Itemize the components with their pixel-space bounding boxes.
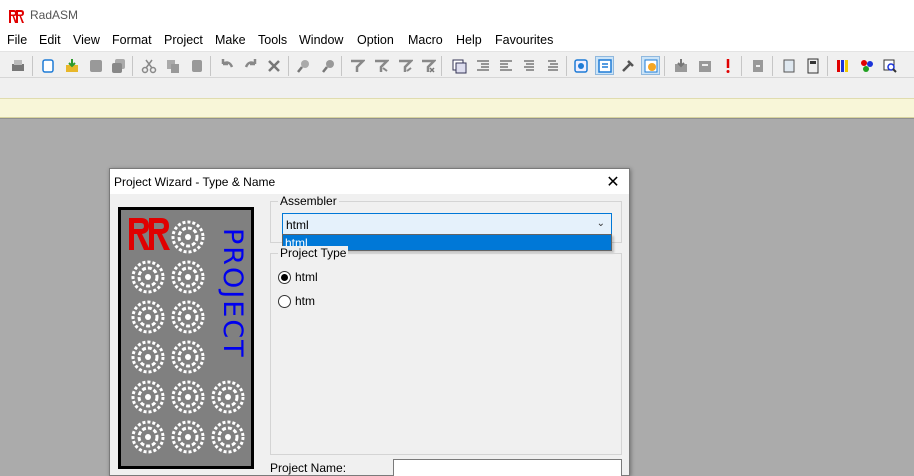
- swirl-icon: [171, 220, 205, 254]
- toolbar-separator: [132, 56, 133, 76]
- swirl-icon: [211, 380, 245, 414]
- find-icon[interactable]: [294, 56, 313, 75]
- swirl-icon: [171, 260, 205, 294]
- swirl-icon: [131, 300, 165, 334]
- toolbar-separator: [772, 56, 773, 76]
- assembler-label: Assembler: [278, 194, 339, 208]
- cut-icon[interactable]: [139, 56, 158, 75]
- project-name-input[interactable]: [393, 459, 622, 476]
- radasm-logo-icon: [9, 10, 24, 23]
- error-icon[interactable]: [718, 56, 737, 75]
- menu-format[interactable]: Format: [112, 33, 152, 47]
- menu-help[interactable]: Help: [456, 33, 482, 47]
- menu-make[interactable]: Make: [215, 33, 246, 47]
- swirl-icon: [171, 300, 205, 334]
- toolbar-separator: [288, 56, 289, 76]
- assemble-icon[interactable]: [671, 56, 690, 75]
- toolbar-separator: [210, 56, 211, 76]
- project-type-label: Project Type: [278, 246, 349, 260]
- goto-icon[interactable]: [748, 56, 767, 75]
- delete-icon[interactable]: [264, 56, 283, 75]
- build-icon[interactable]: [618, 56, 637, 75]
- toolbar-separator: [566, 56, 567, 76]
- next-bookmark-icon[interactable]: [371, 56, 390, 75]
- link-icon[interactable]: [695, 56, 714, 75]
- new-file-icon[interactable]: [38, 56, 57, 75]
- dialog-titlebar: Project Wizard - Type & Name ✕: [110, 169, 629, 194]
- project-type-option-html[interactable]: html: [278, 270, 318, 284]
- search-files-icon[interactable]: [880, 56, 899, 75]
- project-type-groupbox: Project Type: [270, 246, 622, 455]
- outdent-icon[interactable]: [496, 56, 515, 75]
- app-title: RadASM: [30, 8, 79, 22]
- run-icon[interactable]: [641, 56, 660, 75]
- menu-option[interactable]: Option: [357, 33, 394, 47]
- info-strip: [0, 98, 914, 118]
- swirl-icon: [211, 420, 245, 454]
- undo-icon[interactable]: [217, 56, 236, 75]
- palette-icon[interactable]: [857, 56, 876, 75]
- clear-bookmarks-icon[interactable]: [418, 56, 437, 75]
- radio-button[interactable]: [278, 294, 291, 308]
- save-all-icon[interactable]: [109, 56, 128, 75]
- menu-window[interactable]: Window: [299, 33, 343, 47]
- project-name-label: Project Name:: [270, 461, 347, 475]
- color-bars-icon[interactable]: [833, 56, 852, 75]
- menu-favourites[interactable]: Favourites: [495, 33, 553, 47]
- menu-project[interactable]: Project: [164, 33, 203, 47]
- swirl-icon: [131, 340, 165, 374]
- swirl-icon: [131, 260, 165, 294]
- radio-label: html: [295, 270, 318, 284]
- swirl-icon: [131, 380, 165, 414]
- project-type-option-htm[interactable]: htm: [278, 294, 315, 308]
- notepad-icon[interactable]: [779, 56, 798, 75]
- comment-icon[interactable]: [519, 56, 538, 75]
- calculator-icon[interactable]: [803, 56, 822, 75]
- menubar: File Edit View Format Project Make Tools…: [0, 31, 914, 51]
- menu-edit[interactable]: Edit: [39, 33, 61, 47]
- app-titlebar: RadASM: [0, 0, 914, 31]
- main-toolbar: [0, 51, 914, 78]
- toolbar-separator: [32, 56, 33, 76]
- wizard-picture-canvas: PROJECT: [121, 210, 251, 466]
- swirl-icon: [171, 420, 205, 454]
- project-wizard-dialog: Project Wizard - Type & Name ✕ PROJECT A…: [109, 168, 630, 476]
- print-icon[interactable]: [8, 56, 27, 75]
- uncomment-icon[interactable]: [543, 56, 562, 75]
- previous-bookmark-icon[interactable]: [395, 56, 414, 75]
- swirl-icon: [171, 380, 205, 414]
- menu-view[interactable]: View: [73, 33, 100, 47]
- radasm-logo-large-icon: [129, 218, 170, 250]
- menu-macro[interactable]: Macro: [408, 33, 443, 47]
- toolbar-separator: [741, 56, 742, 76]
- toolbar-separator: [827, 56, 828, 76]
- toolbar-separator: [441, 56, 442, 76]
- menu-tools[interactable]: Tools: [258, 33, 287, 47]
- wizard-picture: PROJECT: [118, 207, 254, 469]
- chevron-down-icon[interactable]: ⌄: [597, 218, 605, 229]
- dialog-title: Project Wizard - Type & Name: [114, 175, 276, 189]
- save-icon[interactable]: [86, 56, 105, 75]
- indent-icon[interactable]: [473, 56, 492, 75]
- toolbar-separator: [341, 56, 342, 76]
- redo-icon[interactable]: [241, 56, 260, 75]
- picture-project-text: PROJECT: [217, 228, 248, 359]
- open-file-icon[interactable]: [62, 56, 81, 75]
- assembler-selected-value: html: [286, 218, 309, 232]
- toolbar-separator: [664, 56, 665, 76]
- output-window-icon[interactable]: [595, 56, 614, 75]
- swirl-icon: [171, 340, 205, 374]
- block-icon[interactable]: [449, 56, 468, 75]
- paste-icon[interactable]: [187, 56, 206, 75]
- toggle-bookmark-icon[interactable]: [347, 56, 366, 75]
- copy-icon[interactable]: [163, 56, 182, 75]
- radio-button[interactable]: [278, 270, 291, 284]
- swirl-icon: [131, 420, 165, 454]
- menu-file[interactable]: File: [7, 33, 27, 47]
- assembler-select[interactable]: html ⌄: [282, 213, 612, 235]
- replace-icon[interactable]: [318, 56, 337, 75]
- radio-label: htm: [295, 294, 316, 308]
- close-icon[interactable]: ✕: [603, 172, 623, 192]
- project-browser-icon[interactable]: [571, 56, 590, 75]
